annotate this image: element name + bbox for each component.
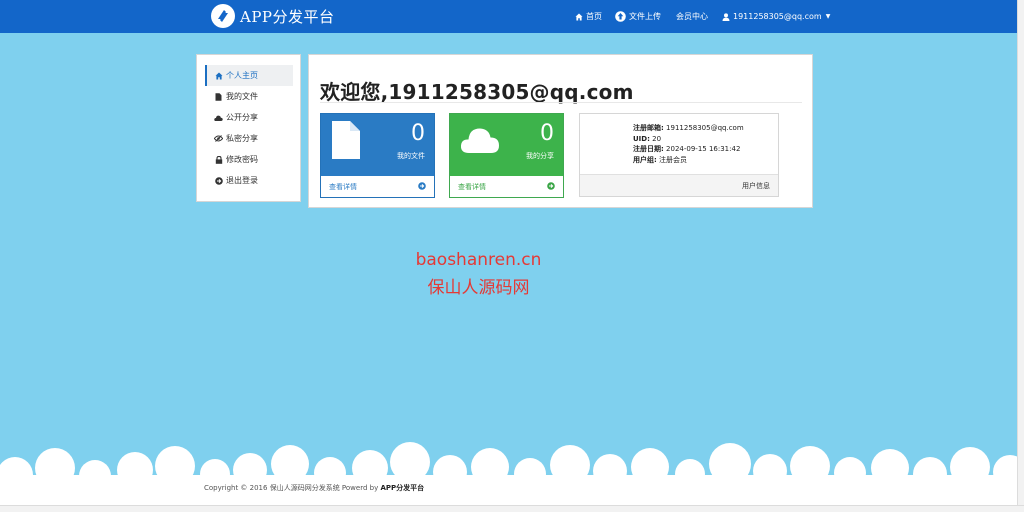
files-count: 0 bbox=[411, 121, 425, 146]
card-header: 0 我的分享 bbox=[450, 114, 563, 176]
uid-value: 20 bbox=[652, 134, 662, 143]
group-value: 注册会员 bbox=[659, 155, 688, 164]
group-row: 用户组: 注册会员 bbox=[633, 155, 688, 164]
files-label: 我的文件 bbox=[397, 152, 425, 160]
files-details-link[interactable]: 查看详情 bbox=[321, 176, 434, 197]
page-title: 欢迎您,1911258305@qq.com bbox=[320, 80, 634, 104]
page: APP分发平台 首页 文件上传 会员中心 1911258305@qq.com ▼ bbox=[0, 0, 1017, 505]
sidebar-item-public-share[interactable]: 公开分享 bbox=[205, 107, 293, 128]
sidebar-item-label: 修改密码 bbox=[226, 155, 258, 164]
watermark-line-2: 保山人源码网 bbox=[427, 278, 530, 298]
arrow-circle-right-icon bbox=[547, 181, 555, 192]
window-edge-right bbox=[1017, 0, 1024, 512]
sidebar-list: 个人主页 我的文件 公开分享 私密分享 修改密码 退出登录 bbox=[205, 65, 293, 191]
user-info-card: 注册邮箱: 1911258305@qq.com UID: 20 注册日期: 20… bbox=[579, 113, 779, 197]
file-icon bbox=[331, 120, 361, 164]
cloud-icon bbox=[460, 120, 500, 158]
uid-row: UID: 20 bbox=[633, 134, 662, 143]
top-navbar: APP分发平台 首页 文件上传 会员中心 1911258305@qq.com ▼ bbox=[0, 0, 1017, 33]
lock-icon bbox=[214, 155, 223, 164]
nav-member-label: 会员中心 bbox=[676, 12, 708, 21]
sidebar-item-label: 个人主页 bbox=[226, 71, 258, 80]
nav-upload-label: 文件上传 bbox=[629, 12, 661, 21]
sidebar-item-logout[interactable]: 退出登录 bbox=[205, 170, 293, 191]
clouds-decoration bbox=[0, 442, 1017, 505]
divider bbox=[320, 102, 802, 103]
my-files-card: 0 我的文件 查看详情 bbox=[320, 113, 435, 198]
cloud-icon bbox=[214, 115, 223, 121]
user-email: 1911258305@qq.com bbox=[733, 12, 822, 21]
my-shares-card: 0 我的分享 查看详情 bbox=[449, 113, 564, 198]
nav-home[interactable]: 首页 bbox=[575, 0, 602, 33]
email-value: 1911258305@qq.com bbox=[666, 124, 744, 132]
footer-copyright: Copyright © 2016 保山人源码网分发系统 Powerd by AP… bbox=[204, 483, 424, 493]
shares-details-link[interactable]: 查看详情 bbox=[450, 176, 563, 197]
user-info-body: 注册邮箱: 1911258305@qq.com UID: 20 注册日期: 20… bbox=[633, 123, 744, 165]
home-icon bbox=[575, 13, 583, 21]
upload-icon bbox=[615, 11, 626, 22]
sidebar-item-label: 私密分享 bbox=[226, 134, 258, 143]
window-edge-bottom bbox=[0, 505, 1024, 512]
user-icon bbox=[722, 12, 730, 21]
home-icon bbox=[214, 72, 223, 80]
card-header: 0 我的文件 bbox=[321, 114, 434, 176]
footer-text: Copyright © 2016 保山人源码网分发系统 Powerd by bbox=[204, 484, 379, 492]
date-value: 2024-09-15 16:31:42 bbox=[666, 145, 741, 153]
signout-icon bbox=[214, 176, 223, 185]
file-icon bbox=[214, 92, 223, 101]
brand[interactable]: APP分发平台 bbox=[210, 3, 335, 29]
date-row: 注册日期: 2024-09-15 16:31:42 bbox=[633, 145, 741, 153]
eye-slash-icon bbox=[214, 135, 223, 142]
shares-label: 我的分享 bbox=[526, 152, 554, 160]
nav-member[interactable]: 会员中心 bbox=[676, 0, 708, 33]
sidebar-item-home[interactable]: 个人主页 bbox=[205, 65, 293, 86]
sidebar-item-my-files[interactable]: 我的文件 bbox=[205, 86, 293, 107]
watermark-line-1: baoshanren.cn bbox=[415, 250, 542, 270]
user-menu[interactable]: 1911258305@qq.com ▼ bbox=[722, 0, 830, 33]
sidebar-item-label: 我的文件 bbox=[226, 92, 258, 101]
nav-home-label: 首页 bbox=[586, 12, 602, 21]
logo-icon bbox=[211, 4, 235, 28]
details-label: 查看详情 bbox=[329, 182, 357, 191]
arrow-circle-right-icon bbox=[418, 181, 426, 192]
email-row: 注册邮箱: 1911258305@qq.com bbox=[633, 124, 744, 132]
nav-upload[interactable]: 文件上传 bbox=[615, 0, 661, 33]
user-info-footer: 用户信息 bbox=[580, 174, 778, 196]
sidebar-item-change-password[interactable]: 修改密码 bbox=[205, 149, 293, 170]
sidebar-item-label: 公开分享 bbox=[226, 113, 258, 122]
sidebar: 个人主页 我的文件 公开分享 私密分享 修改密码 退出登录 bbox=[196, 54, 301, 202]
main-panel: 欢迎您,1911258305@qq.com 0 我的文件 查看详情 0 我的分享… bbox=[308, 54, 813, 208]
shares-count: 0 bbox=[540, 121, 554, 146]
sidebar-item-label: 退出登录 bbox=[226, 176, 258, 185]
sidebar-item-private-share[interactable]: 私密分享 bbox=[205, 128, 293, 149]
caret-down-icon: ▼ bbox=[825, 13, 831, 20]
brand-name: APP分发平台 bbox=[240, 7, 335, 26]
footer-brand: APP分发平台 bbox=[380, 484, 425, 492]
details-label: 查看详情 bbox=[458, 182, 486, 191]
